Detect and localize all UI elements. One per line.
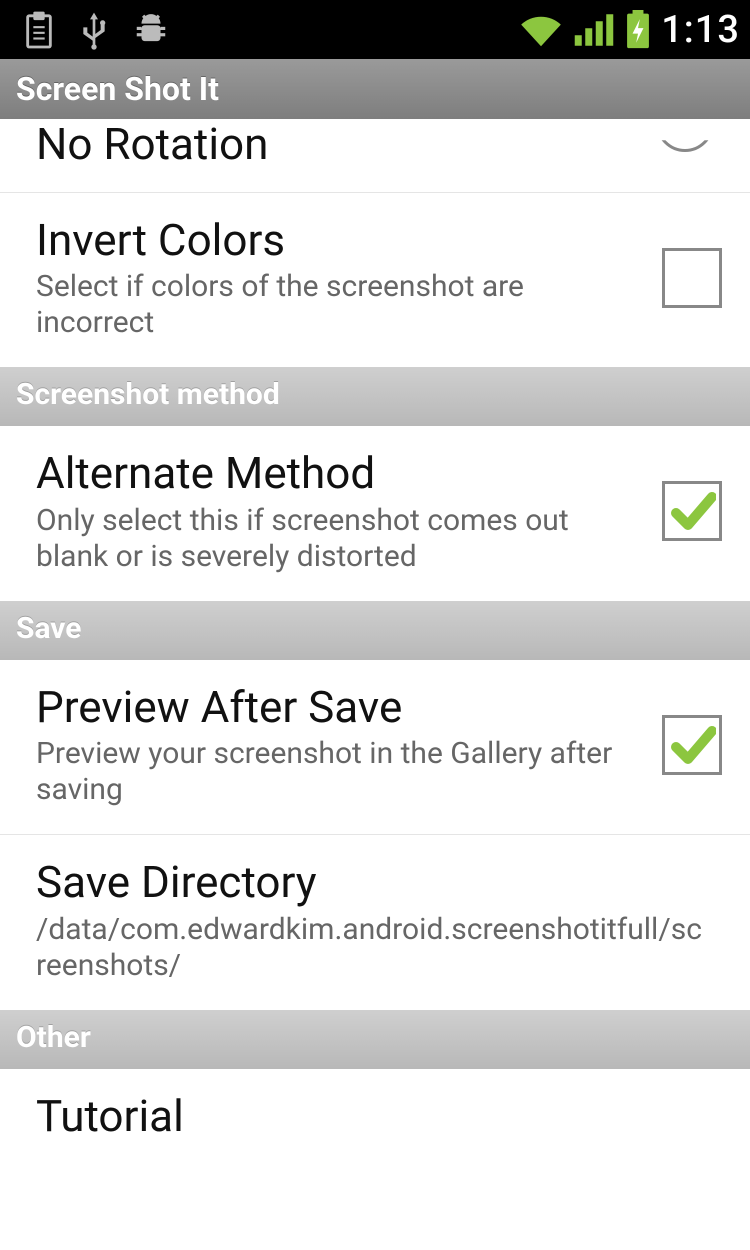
- section-header-other: Other: [0, 1010, 750, 1069]
- app-title-bar: Screen Shot It: [0, 59, 750, 119]
- setting-subtitle: Only select this if screenshot comes out…: [36, 503, 642, 575]
- status-time: 1:13: [661, 8, 740, 52]
- battery-charging-icon: [625, 10, 651, 50]
- setting-invert-colors[interactable]: Invert Colors Select if colors of the sc…: [0, 193, 750, 368]
- status-bar: 1:13: [0, 0, 750, 59]
- clipboard-icon: [22, 10, 56, 50]
- setting-save-directory[interactable]: Save Directory /data/com.edwardkim.andro…: [0, 835, 750, 1010]
- setting-alternate-method[interactable]: Alternate Method Only select this if scr…: [0, 426, 750, 601]
- usb-icon: [78, 9, 110, 51]
- setting-title: Invert Colors: [36, 215, 642, 266]
- setting-preview-after-save[interactable]: Preview After Save Preview your screensh…: [0, 660, 750, 836]
- cell-signal-icon: [573, 12, 615, 48]
- radio-icon: [656, 130, 722, 158]
- setting-title: Alternate Method: [36, 448, 642, 499]
- setting-title: Preview After Save: [36, 682, 642, 733]
- checkbox-checked-icon[interactable]: [662, 481, 722, 541]
- setting-no-rotation[interactable]: No Rotation: [0, 119, 750, 193]
- setting-subtitle: Preview your screenshot in the Gallery a…: [36, 736, 642, 808]
- checkbox-checked-icon[interactable]: [662, 715, 722, 775]
- android-debug-icon: [132, 12, 170, 48]
- section-header-save: Save: [0, 601, 750, 660]
- setting-title: Save Directory: [36, 857, 702, 908]
- setting-subtitle: Select if colors of the screenshot are i…: [36, 269, 642, 341]
- setting-title: No Rotation: [36, 119, 636, 170]
- setting-title: Tutorial: [36, 1091, 702, 1142]
- setting-subtitle: /data/com.edwardkim.android.screenshotit…: [36, 912, 702, 984]
- section-header-method: Screenshot method: [0, 367, 750, 426]
- checkbox-unchecked-icon[interactable]: [662, 248, 722, 308]
- setting-tutorial[interactable]: Tutorial: [0, 1069, 750, 1168]
- app-title: Screen Shot It: [16, 70, 219, 108]
- wifi-icon: [519, 12, 563, 48]
